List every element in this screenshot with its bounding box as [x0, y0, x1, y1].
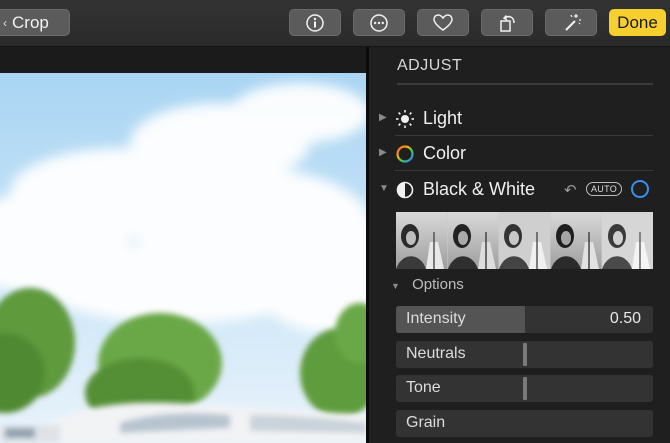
bw-thumbnail[interactable]: [447, 212, 499, 269]
section-bw-label: Black & White: [423, 179, 536, 199]
disclosure-right-icon[interactable]: ▶: [379, 147, 387, 158]
neutrals-slider[interactable]: Neutrals: [396, 341, 653, 368]
section-light[interactable]: ▶ Light: [369, 101, 670, 136]
intensity-slider[interactable]: Intensity 0.50: [396, 306, 653, 333]
bw-thumbnail[interactable]: [499, 212, 550, 269]
options-toggle[interactable]: ▼ Options: [391, 276, 464, 296]
tone-slider[interactable]: Tone: [396, 375, 653, 402]
bw-thumbnail[interactable]: [550, 212, 602, 269]
disclosure-right-icon[interactable]: ▶: [379, 112, 387, 123]
intensity-value: 0.50: [609, 310, 641, 327]
neutrals-label: Neutrals: [406, 345, 466, 362]
info-icon: [306, 13, 324, 32]
toggle-circle-icon[interactable]: [631, 180, 649, 198]
tone-label: Tone: [406, 379, 441, 396]
disclosure-down-icon[interactable]: ▼: [379, 183, 389, 194]
heart-icon: [433, 13, 453, 31]
more-button[interactable]: [353, 9, 405, 36]
sun-icon: [396, 110, 414, 128]
info-button[interactable]: [289, 9, 341, 36]
disclosure-down-icon[interactable]: ▼: [391, 281, 400, 291]
bw-thumbnail[interactable]: [396, 212, 447, 269]
half-circle-icon: [396, 181, 414, 199]
enhance-button[interactable]: [545, 9, 597, 36]
title-divider: [397, 83, 653, 85]
canvas-top-bar: [0, 47, 366, 73]
rotate-button[interactable]: [481, 9, 533, 36]
tone-slider-marker[interactable]: [523, 377, 527, 400]
section-light-label: Light: [423, 108, 463, 128]
ellipsis-icon: [370, 13, 388, 32]
photo-image: [0, 73, 366, 443]
color-wheel-icon: [396, 145, 414, 163]
grain-slider[interactable]: Grain: [396, 410, 653, 437]
bw-thumbnail[interactable]: [602, 212, 653, 269]
revert-icon[interactable]: ↶: [564, 181, 577, 199]
options-label: Options: [412, 276, 464, 293]
top-toolbar: ‹ Crop Done: [0, 0, 670, 47]
panel-title: ADJUST: [397, 57, 463, 74]
section-black-white[interactable]: ▼ Black & White ↶ AUTO: [369, 172, 670, 207]
grain-label: Grain: [406, 414, 446, 431]
section-color[interactable]: ▶ Color: [369, 136, 670, 171]
photo-canvas[interactable]: [0, 47, 366, 443]
crop-button-label: Crop: [12, 12, 49, 32]
intensity-label: Intensity: [406, 310, 466, 327]
rotate-icon: [500, 14, 515, 32]
favorite-button[interactable]: [417, 9, 469, 36]
auto-button[interactable]: AUTO: [586, 182, 622, 196]
crop-arrow-icon: ‹: [3, 15, 7, 30]
bw-thumbnail-strip[interactable]: [396, 212, 653, 269]
section-divider: [395, 170, 653, 171]
section-color-label: Color: [423, 143, 467, 163]
adjust-panel: ADJUST ▶ Light ▶ Color ▼ Black & White ↶…: [369, 47, 670, 443]
crop-button[interactable]: ‹ Crop: [0, 9, 70, 36]
magic-wand-icon: [565, 13, 581, 31]
neutrals-slider-marker[interactable]: [523, 343, 527, 366]
done-button[interactable]: Done: [609, 9, 666, 36]
